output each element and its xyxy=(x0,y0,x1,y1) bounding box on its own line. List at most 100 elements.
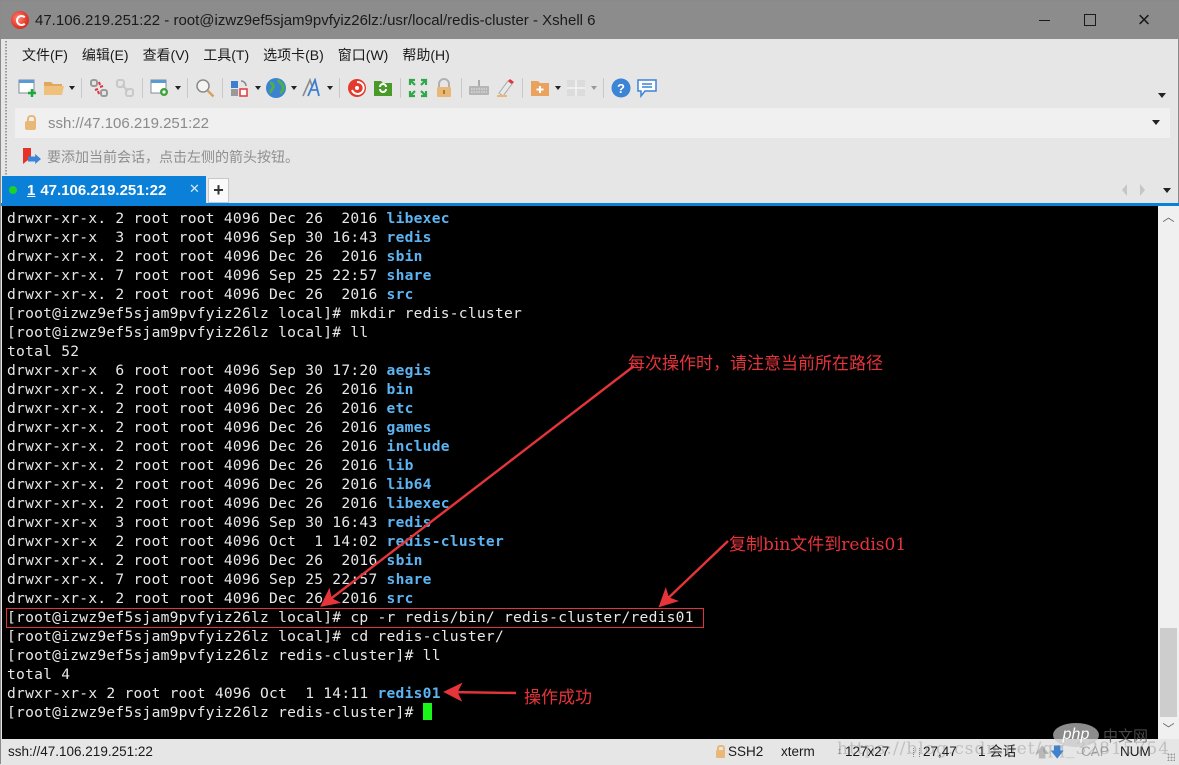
upload-arrow-icon: 🡅 xyxy=(1035,744,1050,760)
maximize-icon xyxy=(1084,14,1096,26)
tile-layout-icon xyxy=(567,80,585,96)
terminal-line: drwxr-xr-x 2 root root 4096 Oct 1 14:02 … xyxy=(7,532,694,551)
new-folder-dropdown[interactable] xyxy=(553,75,563,101)
terminal-line: drwxr-xr-x. 2 root root 4096 Dec 26 2016… xyxy=(7,589,694,608)
lock-icon xyxy=(437,78,451,97)
menu-file[interactable]: 文件(F) xyxy=(15,43,75,67)
disconnect-icon xyxy=(90,79,108,97)
terminal-line: [root@izwz9ef5sjam9pvfyiz26lz redis-clus… xyxy=(7,646,694,665)
maximize-button[interactable] xyxy=(1067,1,1113,39)
reconnect-button[interactable] xyxy=(112,75,138,101)
lock-icon xyxy=(716,745,725,758)
terminal-line: [root@izwz9ef5sjam9pvfyiz26lz local]# mk… xyxy=(7,304,694,323)
fullscreen-button[interactable] xyxy=(405,75,431,101)
terminal-line: total 52 xyxy=(7,342,694,361)
close-button[interactable]: × xyxy=(1121,1,1167,39)
menu-tab[interactable]: 选项卡(B) xyxy=(256,43,331,67)
status-size: ↕ 127x27 xyxy=(837,743,889,761)
add-session-arrow-icon[interactable] xyxy=(23,148,41,166)
disconnect-button[interactable] xyxy=(86,75,112,101)
status-terminal-type: xterm xyxy=(781,744,815,759)
tile-layout-dropdown[interactable] xyxy=(589,75,599,101)
highlight-button[interactable] xyxy=(492,75,518,101)
terminal-lines: drwxr-xr-x. 2 root root 4096 Dec 26 2016… xyxy=(7,209,694,722)
lock-button[interactable] xyxy=(431,75,457,101)
toolbar-separator xyxy=(222,78,223,98)
session-properties-button[interactable] xyxy=(147,75,173,101)
xshell-button[interactable] xyxy=(344,75,370,101)
new-folder-button[interactable] xyxy=(527,75,553,101)
keyboard-button[interactable] xyxy=(466,75,492,101)
toolbar-separator xyxy=(522,78,523,98)
tab-list-dropdown-icon[interactable] xyxy=(1163,188,1171,193)
terminal-scrollbar[interactable]: ︿ ﹀ xyxy=(1158,206,1179,739)
open-session-button[interactable] xyxy=(41,75,67,101)
resize-grip-icon[interactable] xyxy=(1167,753,1175,761)
menu-view[interactable]: 查看(V) xyxy=(136,43,197,67)
tab-session-1[interactable]: 1 47.106.219.251:22 ✕ xyxy=(2,176,206,204)
open-session-dropdown[interactable] xyxy=(67,75,77,101)
menu-help[interactable]: 帮助(H) xyxy=(395,43,456,67)
address-bar xyxy=(15,108,1170,138)
terminal-line-text: drwxr-xr-x. 2 root root 4096 Dec 26 2016 xyxy=(7,590,387,607)
terminal-line-text: drwxr-xr-x. 2 root root 4096 Dec 26 2016 xyxy=(7,476,387,493)
find-button[interactable] xyxy=(192,75,218,101)
directory-name: libexec xyxy=(386,210,450,227)
terminal-line-text: drwxr-xr-x. 2 root root 4096 Dec 26 2016 xyxy=(7,552,387,569)
tab-close-icon[interactable]: ✕ xyxy=(189,181,200,197)
help-icon: ? xyxy=(611,78,631,98)
find-icon xyxy=(196,79,215,98)
toolbar-separator xyxy=(400,78,401,98)
scroll-down-icon[interactable]: ﹀ xyxy=(1158,718,1179,738)
transfer-layout-dropdown[interactable] xyxy=(253,75,263,101)
terminal-line-text: drwxr-xr-x. 2 root root 4096 Dec 26 2016 xyxy=(7,438,387,455)
tab-title: 47.106.219.251:22 xyxy=(40,181,167,199)
directory-name: redis xyxy=(386,229,432,246)
xshell-window: 47.106.219.251:22 - root@izwz9ef5sjam9pv… xyxy=(0,0,1179,765)
terminal-line: drwxr-xr-x. 7 root root 4096 Sep 25 22:5… xyxy=(7,266,694,285)
help-button[interactable]: ? xyxy=(608,75,634,101)
hint-text: 要添加当前会话，点击左侧的箭头按钮。 xyxy=(47,149,299,165)
new-session-button[interactable] xyxy=(15,75,41,101)
directory-name: aegis xyxy=(386,362,432,379)
terminal-line-text: drwxr-xr-x. 7 root root 4096 Sep 25 22:5… xyxy=(7,571,387,588)
tab-scroll-right-icon[interactable] xyxy=(1140,184,1145,196)
xftp-button[interactable] xyxy=(370,75,396,101)
font-dropdown[interactable] xyxy=(325,75,335,101)
status-cursor-position: 27,47 xyxy=(913,743,957,761)
title-bar: 47.106.219.251:22 - root@izwz9ef5sjam9pv… xyxy=(1,1,1179,39)
new-tab-button[interactable]: + xyxy=(208,178,229,203)
terminal-line-text: drwxr-xr-x. 2 root root 4096 Dec 26 2016 xyxy=(7,400,387,417)
menu-tools[interactable]: 工具(T) xyxy=(196,43,256,67)
address-input[interactable] xyxy=(48,114,1128,132)
directory-name: bin xyxy=(386,381,414,398)
chat-button[interactable] xyxy=(634,75,660,101)
scroll-up-icon[interactable]: ︿ xyxy=(1158,206,1179,226)
toolbar-grip[interactable] xyxy=(5,41,7,181)
protocol-label: SSH2 xyxy=(728,744,764,759)
terminal-line-text: [root@izwz9ef5sjam9pvfyiz26lz local]# ll xyxy=(7,324,369,341)
terminal-output[interactable]: drwxr-xr-x. 2 root root 4096 Dec 26 2016… xyxy=(2,206,1158,739)
session-properties-icon xyxy=(150,79,168,96)
terminal-line: drwxr-xr-x 6 root root 4096 Sep 30 17:20… xyxy=(7,361,694,380)
menu-edit[interactable]: 编辑(E) xyxy=(75,43,136,67)
globe-dropdown[interactable] xyxy=(289,75,299,101)
toolbar-overflow-button[interactable] xyxy=(1158,93,1166,99)
directory-name: libexec xyxy=(386,495,450,512)
terminal-line: drwxr-xr-x. 2 root root 4096 Dec 26 2016… xyxy=(7,551,694,570)
tab-scroll-left-icon[interactable] xyxy=(1122,184,1127,196)
font-button[interactable] xyxy=(299,75,325,101)
tile-layout-button[interactable] xyxy=(563,75,589,101)
session-properties-dropdown[interactable] xyxy=(173,75,183,101)
minimize-button[interactable] xyxy=(1021,1,1067,39)
terminal-line-text: drwxr-xr-x 3 root root 4096 Sep 30 16:43 xyxy=(7,514,387,531)
toolbar-separator xyxy=(603,78,604,98)
xftp-icon xyxy=(374,81,392,96)
terminal-line-text: drwxr-xr-x 2 root root 4096 Oct 1 14:11 xyxy=(7,685,378,702)
scrollbar-thumb[interactable] xyxy=(1160,628,1177,717)
transfer-layout-button[interactable] xyxy=(227,75,253,101)
status-bar: ssh://47.106.219.251:22 SSH2 xterm ↕ 127x… xyxy=(1,739,1179,765)
globe-button[interactable] xyxy=(263,75,289,101)
address-dropdown-icon[interactable] xyxy=(1152,120,1160,125)
menu-window[interactable]: 窗口(W) xyxy=(331,43,396,67)
